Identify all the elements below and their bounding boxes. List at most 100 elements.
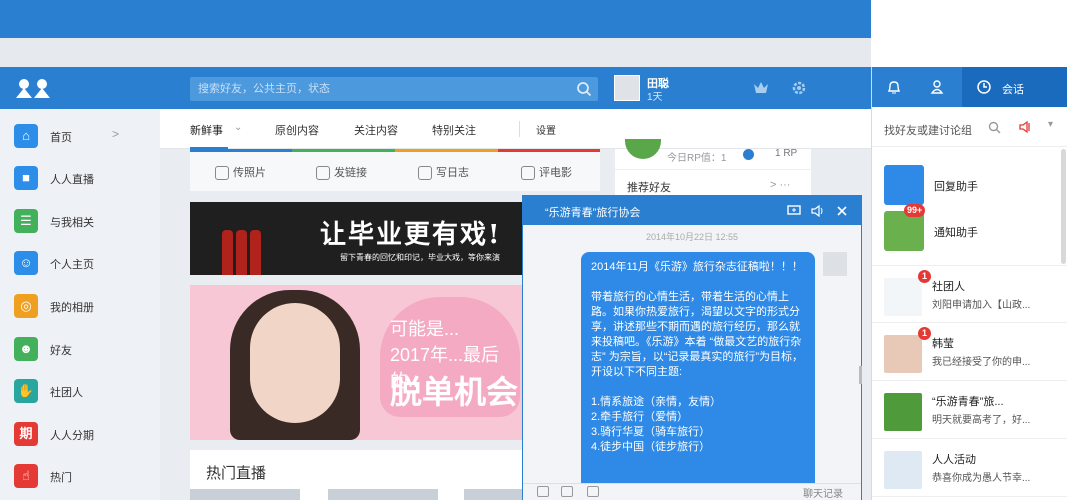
rp-panel: 今日RP值：1 1 RP 推荐好友 > ··· xyxy=(615,139,811,197)
more-button[interactable]: > ··· xyxy=(770,179,790,191)
tab-special[interactable]: 特别关注 xyxy=(432,122,476,138)
search-icon[interactable] xyxy=(576,81,592,97)
reply-assistant[interactable]: 回复助手 xyxy=(872,161,1067,209)
sidebar-item-home[interactable]: ⌂ 首页 > xyxy=(0,115,160,157)
message-paragraph: 2014年11月《乐游》旅行杂志征稿啦！！！ xyxy=(591,261,803,273)
contact-last-message: 刘阳申请加入【山政... xyxy=(932,300,1031,311)
chat-history-link[interactable]: 聊天记录 xyxy=(803,485,843,500)
chat-scrollbar[interactable] xyxy=(859,366,862,384)
image-icon[interactable] xyxy=(561,486,573,497)
banner-headline: 让毕业更有戏! xyxy=(320,220,502,250)
user-days: 1天 xyxy=(647,92,663,103)
notice-assistant[interactable]: 99+ 通知助手 xyxy=(872,204,1067,255)
tab-contacts[interactable] xyxy=(916,67,962,107)
sidebar-item-album[interactable]: ◎ 我的相册 xyxy=(0,285,160,327)
tab-news[interactable]: 新鲜事 xyxy=(190,122,223,138)
contact-name: “乐游青春”旅... xyxy=(932,396,1004,408)
sidebar-item-hot[interactable]: ☝ 热门 xyxy=(0,455,160,497)
left-sidebar: ⌂ 首页 > ■ 人人直播 ☰ 与我相关 ☺ 个人主页 ◎ 我的相册 ☻ 好友 … xyxy=(0,109,160,500)
message-paragraph: 1.情系旅途（亲情，友情） 2.牵手旅行（爱情） 3.骑行华夏（骑车旅行） 4.… xyxy=(591,396,722,453)
hot-icon: ☝ xyxy=(14,464,38,488)
bottle-image xyxy=(236,230,247,275)
compose-bar: 传照片 发链接 写日志 评电影 xyxy=(190,149,600,191)
divider xyxy=(615,169,811,170)
tab-settings[interactable]: 设置 xyxy=(536,122,556,137)
emoji-icon[interactable] xyxy=(537,486,549,497)
compose-label: 传照片 xyxy=(233,167,266,179)
top-nav-bar: 搜索好友，公共主页，状态 田聪 1天 xyxy=(0,67,871,109)
helper-name: 通知助手 xyxy=(934,227,978,239)
rp-value: 今日RP值：1 xyxy=(667,153,727,164)
sidebar-item-related[interactable]: ☰ 与我相关 xyxy=(0,200,160,242)
chat-header[interactable]: “乐游青春”旅行协会 xyxy=(523,196,861,225)
contact-item[interactable]: 1 社团人 刘阳申请加入【山政... xyxy=(872,265,1067,323)
sidebar-item-installment[interactable]: 期 人人分期 xyxy=(0,413,160,455)
avatar[interactable] xyxy=(823,252,847,276)
contact-last-message: 我已经接受了你的申... xyxy=(932,357,1031,368)
compose-label: 评电影 xyxy=(539,167,572,179)
chevron-right-icon: > xyxy=(112,127,120,141)
contact-search[interactable]: 找好友或建讨论组 ▾ xyxy=(872,107,1067,147)
user-avatar[interactable] xyxy=(614,75,640,101)
page-gap xyxy=(0,38,871,67)
gear-icon[interactable] xyxy=(791,80,807,96)
im-tabs: 会话 xyxy=(872,67,1067,107)
contact-last-message: 明天就要高考了，好... xyxy=(932,415,1031,426)
link-icon xyxy=(316,166,330,181)
live-thumbnail[interactable] xyxy=(190,489,300,500)
dating-banner[interactable]: 可能是... 2017年...最后的.. 脱单机会 xyxy=(190,285,522,440)
sidebar-item-live[interactable]: ■ 人人直播 xyxy=(0,157,160,199)
post-link-button[interactable]: 发链接 xyxy=(316,164,367,181)
sidebar-item-label: 首页 xyxy=(50,132,72,144)
chat-bubble-icon xyxy=(884,165,924,205)
sidebar-item-label: 人人直播 xyxy=(50,174,94,186)
dropdown-arrow-icon[interactable]: ▾ xyxy=(1048,119,1053,130)
contact-item[interactable]: “乐游青春”旅... 明天就要高考了，好... xyxy=(872,381,1067,439)
avatar xyxy=(884,393,922,431)
tab-divider xyxy=(519,121,520,137)
chat-window: “乐游青春”旅行协会 2014年10月22日 12:55 2014年11月《乐游… xyxy=(522,195,862,500)
live-thumbnail[interactable] xyxy=(464,489,522,500)
sidebar-item-profile[interactable]: ☺ 个人主页 xyxy=(0,242,160,284)
rp-badge xyxy=(625,139,661,159)
unread-badge: 1 xyxy=(918,270,931,283)
help-icon[interactable] xyxy=(743,149,754,160)
chat-title: “乐游青春”旅行协会 xyxy=(545,207,641,219)
right-top-blank xyxy=(871,0,1067,67)
unread-badge: 99+ xyxy=(904,204,926,217)
contact-last-message: 恭喜你成为愚人节幸... xyxy=(932,473,1031,484)
contact-item[interactable]: 1 韩莹 我已经接受了你的申... xyxy=(872,323,1067,381)
search-input[interactable]: 搜索好友，公共主页，状态 xyxy=(190,77,598,101)
mute-icon[interactable] xyxy=(1018,120,1032,134)
live-thumbnail[interactable] xyxy=(328,489,438,500)
compose-accent-blue xyxy=(190,149,292,152)
compose-label: 写日志 xyxy=(436,167,469,179)
scissors-icon[interactable] xyxy=(587,486,599,497)
upload-photo-button[interactable]: 传照片 xyxy=(215,164,266,181)
camera-icon xyxy=(215,166,229,181)
sidebar-item-label: 与我相关 xyxy=(50,217,94,229)
sidebar-item-label: 社团人 xyxy=(50,387,83,399)
write-blog-button[interactable]: 写日志 xyxy=(418,164,469,181)
graduation-banner[interactable]: 让毕业更有戏! 留下青春的回忆和印记，毕业大戏，等你来演 xyxy=(190,202,522,275)
sound-icon[interactable] xyxy=(811,205,825,217)
chevron-down-icon[interactable]: ⌄ xyxy=(234,122,242,133)
home-icon: ⌂ xyxy=(14,124,38,148)
review-movie-button[interactable]: 评电影 xyxy=(521,164,572,181)
tab-conversations[interactable]: 会话 xyxy=(962,67,1067,107)
crown-icon[interactable] xyxy=(753,80,769,96)
sidebar-item-friends[interactable]: ☻ 好友 xyxy=(0,328,160,370)
tab-original[interactable]: 原创内容 xyxy=(275,122,319,138)
contact-item[interactable]: 人人活动 恭喜你成为愚人节幸... xyxy=(872,439,1067,497)
renren-logo[interactable] xyxy=(14,77,54,99)
panel-scrollbar[interactable] xyxy=(1061,149,1066,264)
close-icon[interactable] xyxy=(835,205,849,217)
compose-accent-red xyxy=(498,149,600,152)
screen-share-icon[interactable] xyxy=(787,205,801,217)
compose-accent-green xyxy=(292,149,395,152)
sidebar-item-club[interactable]: ✋ 社团人 xyxy=(0,370,160,412)
search-icon[interactable] xyxy=(988,121,1001,134)
rp-unit: 1 RP xyxy=(775,148,798,159)
tab-notifications[interactable] xyxy=(872,67,916,107)
tab-following[interactable]: 关注内容 xyxy=(354,122,398,138)
